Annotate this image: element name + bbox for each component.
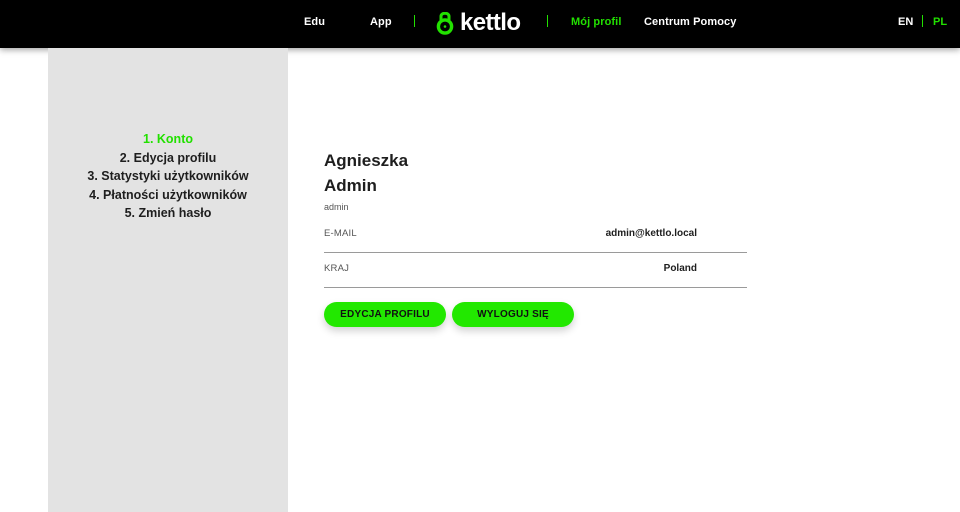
nav-divider (547, 15, 548, 27)
edit-profile-button[interactable]: EDYCJA PROFILU (324, 302, 446, 327)
profile-first-name: Agnieszka (324, 151, 409, 170)
kettlebell-logo-icon (436, 11, 454, 35)
brand-name: kettlo (460, 9, 521, 36)
sidebar-item-user-statistics[interactable]: 3. Statystyki użytkowników (48, 167, 288, 186)
brand-logo[interactable]: kettlo (436, 9, 521, 36)
language-en-link[interactable]: EN (898, 16, 913, 28)
profile-last-name: Admin (324, 176, 377, 195)
profile-actions: EDYCJA PROFILU WYLOGUJ SIĘ (324, 302, 574, 327)
email-row: E-MAIL admin@kettlo.local (324, 218, 747, 253)
account-menu: 1. Konto 2. Edycja profilu 3. Statystyki… (48, 130, 288, 223)
email-label: E-MAIL (324, 228, 357, 239)
sidebar-item-account[interactable]: 1. Konto (48, 130, 288, 149)
language-pl-link[interactable]: PL (933, 16, 947, 28)
nav-link-help-center[interactable]: Centrum Pomocy (644, 16, 736, 28)
logout-button[interactable]: WYLOGUJ SIĘ (452, 302, 574, 327)
sidebar-item-change-password[interactable]: 5. Zmień hasło (48, 204, 288, 223)
top-navigation: Edu App kettlo Mój profil Centrum Pomocy… (0, 0, 960, 48)
nav-link-app[interactable]: App (370, 16, 392, 28)
account-sidebar: 1. Konto 2. Edycja profilu 3. Statystyki… (48, 48, 288, 512)
country-value: Poland (663, 263, 697, 274)
sidebar-item-edit-profile[interactable]: 2. Edycja profilu (48, 149, 288, 168)
sidebar-item-user-payments[interactable]: 4. Płatności użytkowników (48, 186, 288, 205)
profile-panel: Agnieszka Admin admin E-MAIL admin@kettl… (324, 148, 748, 288)
nav-link-edu[interactable]: Edu (304, 16, 325, 28)
nav-link-my-profile[interactable]: Mój profil (571, 16, 622, 28)
email-value: admin@kettlo.local (605, 228, 697, 239)
country-label: KRAJ (324, 263, 350, 274)
language-divider (922, 15, 923, 27)
nav-divider (414, 15, 415, 27)
profile-username: admin (324, 202, 349, 212)
country-row: KRAJ Poland (324, 253, 747, 288)
